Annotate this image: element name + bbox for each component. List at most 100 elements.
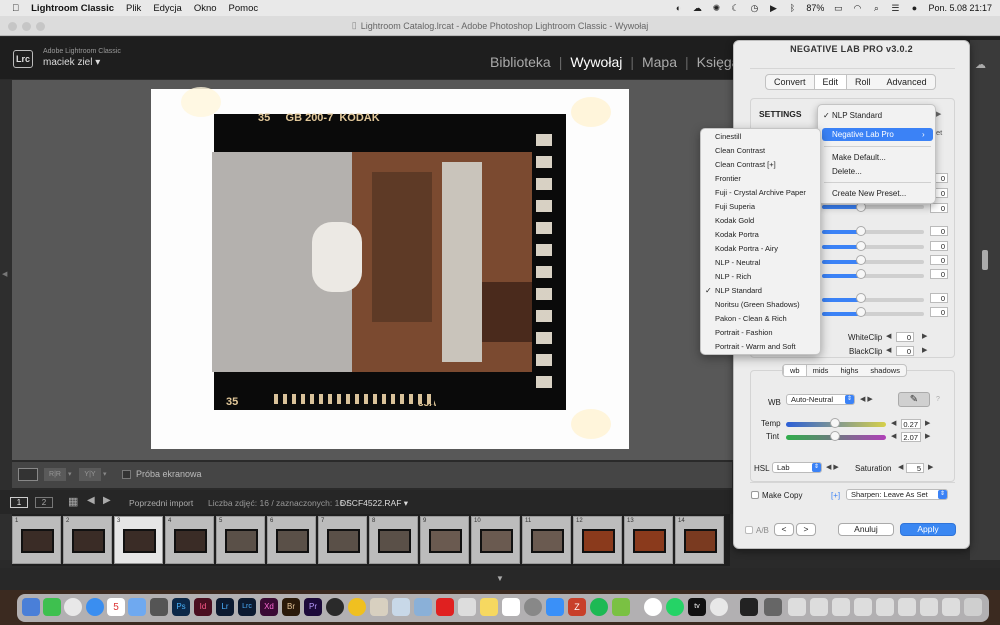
menu-item-create-preset[interactable]: Create New Preset...	[832, 189, 906, 198]
slider-row[interactable]	[822, 312, 924, 316]
mail-icon[interactable]	[128, 598, 146, 616]
whiteclip-field[interactable]: 0	[896, 332, 914, 342]
slider-knob[interactable]	[856, 307, 866, 317]
sharpen-select[interactable]: Sharpen: Leave As Set	[846, 489, 948, 500]
cloud-sync-icon[interactable]: ☁	[975, 58, 986, 71]
submenu-item[interactable]: Clean Contrast [+]	[715, 160, 776, 169]
filmstrip-thumb[interactable]: 11	[522, 516, 571, 564]
filmstrip-thumb[interactable]: 14	[675, 516, 724, 564]
wifi-icon[interactable]: ◠	[852, 3, 862, 13]
decrement-icon[interactable]: ◀	[886, 346, 891, 354]
chrome-icon[interactable]	[710, 598, 728, 616]
slider-knob[interactable]	[856, 241, 866, 251]
minimized-window-icon[interactable]	[832, 598, 850, 616]
minimized-window-icon[interactable]	[788, 598, 806, 616]
submenu-item[interactable]: Portrait - Warm and Soft	[715, 342, 796, 351]
slider-knob[interactable]	[856, 293, 866, 303]
filmstrip-thumb[interactable]: 6	[267, 516, 316, 564]
menu-window[interactable]: Okno	[194, 3, 217, 14]
status-icon[interactable]: ◐	[673, 3, 683, 13]
value-field[interactable]: 0	[930, 255, 948, 265]
slider-knob[interactable]	[856, 226, 866, 236]
tab-convert[interactable]: Convert	[766, 75, 814, 89]
filmstrip-thumb[interactable]: 13	[624, 516, 673, 564]
time-machine-icon[interactable]: ◷	[749, 3, 759, 13]
previous-button[interactable]: <	[774, 523, 794, 536]
filmstrip-thumb-selected[interactable]: 3	[114, 516, 163, 564]
freeform-icon[interactable]	[502, 598, 520, 616]
recent-app-icon[interactable]	[740, 598, 758, 616]
submenu-item[interactable]: Kodak Portra	[715, 230, 759, 239]
tab-mids[interactable]: mids	[807, 365, 835, 376]
siri-icon[interactable]: ●	[909, 3, 919, 13]
grid-icon[interactable]: ▦	[68, 495, 78, 508]
android-icon[interactable]	[612, 598, 630, 616]
preview-icon[interactable]	[370, 598, 388, 616]
screen-2-button[interactable]: 2	[35, 497, 53, 508]
calendar-icon[interactable]: 5	[107, 598, 125, 616]
tint-field[interactable]: 2.07	[901, 432, 921, 442]
app-icon[interactable]	[458, 598, 476, 616]
filmstrip-thumb[interactable]: 7	[318, 516, 367, 564]
user-identity-plate[interactable]: maciek ziel ▾	[43, 57, 100, 68]
whatsapp-icon[interactable]	[666, 598, 684, 616]
chatgpt-icon[interactable]: ✺	[711, 3, 721, 13]
menu-item-delete[interactable]: Delete...	[832, 167, 862, 176]
finder-icon[interactable]	[22, 598, 40, 616]
chevron-down-icon[interactable]: ▾	[103, 470, 107, 478]
minimized-window-icon[interactable]	[942, 598, 960, 616]
submenu-item[interactable]: Clean Contrast	[715, 146, 765, 155]
blackclip-field[interactable]: 0	[896, 346, 914, 356]
left-panel-toggle-icon[interactable]: ◀	[2, 270, 7, 278]
ab-checkbox[interactable]	[745, 526, 753, 534]
cancel-button[interactable]: Anuluj	[838, 523, 894, 536]
filmstrip-thumb[interactable]: 9	[420, 516, 469, 564]
filmstrip-thumb[interactable]: 12	[573, 516, 622, 564]
minimize-window-button[interactable]	[22, 22, 31, 31]
before-after-tb-button[interactable]: Y|Y	[79, 468, 101, 481]
back-arrow-icon[interactable]: ◀	[87, 495, 95, 506]
decrement-icon[interactable]: ◀	[898, 463, 903, 471]
slider-row[interactable]	[822, 245, 924, 249]
slider-row[interactable]	[822, 260, 924, 264]
value-field[interactable]: 0	[930, 203, 948, 213]
make-copy-checkbox[interactable]	[751, 491, 759, 499]
minimized-window-icon[interactable]	[876, 598, 894, 616]
menu-edit[interactable]: Edycja	[153, 3, 182, 14]
module-map[interactable]: Mapa	[642, 54, 677, 70]
recent-app-icon[interactable]	[764, 598, 782, 616]
submenu-item[interactable]: NLP - Neutral	[715, 258, 760, 267]
submenu-item[interactable]: Fuji Superia	[715, 202, 755, 211]
increment-icon[interactable]: ▶	[925, 432, 930, 440]
submenu-item[interactable]: Cinestill	[715, 132, 741, 141]
value-field[interactable]: 0	[930, 226, 948, 236]
filmstrip-thumb[interactable]: 2	[63, 516, 112, 564]
filmstrip-thumb[interactable]: 8	[369, 516, 418, 564]
slider-row[interactable]	[822, 230, 924, 234]
trash-icon[interactable]	[964, 598, 982, 616]
acrobat-icon[interactable]	[436, 598, 454, 616]
forward-arrow-icon[interactable]: ▶	[103, 495, 111, 506]
increment-icon[interactable]: ▶	[928, 463, 933, 471]
app-icon[interactable]	[392, 598, 410, 616]
increment-icon[interactable]: ▶	[922, 332, 927, 340]
notes-icon[interactable]	[480, 598, 498, 616]
xd-icon[interactable]: Xd	[260, 598, 278, 616]
value-field[interactable]: 0	[930, 269, 948, 279]
safari-icon[interactable]	[86, 598, 104, 616]
minimized-window-icon[interactable]	[810, 598, 828, 616]
close-window-button[interactable]	[8, 22, 17, 31]
temp-field[interactable]: 0.27	[901, 419, 921, 429]
filmstrip-filename[interactable]: DSCF4522.RAF ▾	[340, 498, 408, 509]
filmstrip-source[interactable]: Poprzedni import	[129, 498, 193, 508]
play-icon[interactable]: ▶	[768, 3, 778, 13]
eyedropper-button[interactable]: ✎	[898, 392, 930, 407]
slider-knob[interactable]	[856, 255, 866, 265]
menu-item-negative-lab-pro[interactable]: Negative Lab Pro	[832, 130, 894, 139]
app-store-icon[interactable]	[546, 598, 564, 616]
creative-cloud-icon[interactable]: ☁	[692, 3, 702, 13]
submenu-item[interactable]: Noritsu (Green Shadows)	[715, 300, 800, 309]
menu-item-nlp-standard[interactable]: NLP Standard	[832, 111, 882, 120]
battery-icon[interactable]: ▭	[833, 3, 843, 13]
tab-wb[interactable]: wb	[783, 365, 807, 376]
